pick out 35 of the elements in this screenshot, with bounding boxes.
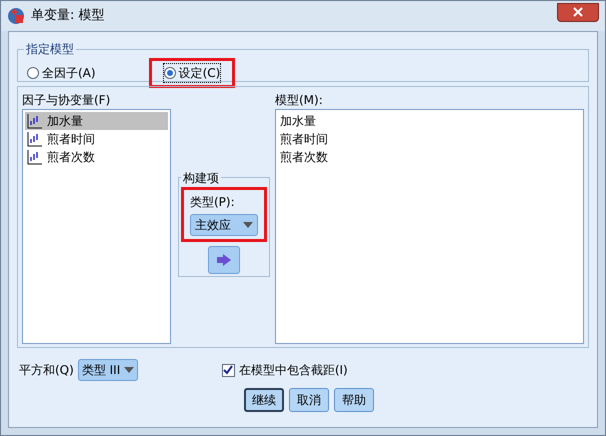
list-label: 模型(M): bbox=[275, 92, 324, 109]
dialog-button[interactable]: 继续 bbox=[244, 388, 284, 412]
group-legend: 构建项 bbox=[181, 168, 221, 186]
group-legend: 指定模型 bbox=[24, 40, 76, 58]
radio-icon bbox=[27, 67, 39, 79]
radio-option[interactable]: 设定(C) bbox=[164, 64, 220, 82]
scale-variable-icon bbox=[27, 131, 43, 147]
sum-of-squares-label: 平方和(Q) bbox=[19, 362, 74, 379]
type-dropdown[interactable]: 主效应 bbox=[190, 214, 258, 236]
list-label: 因子与协变量(F) bbox=[22, 92, 112, 109]
scale-variable-icon bbox=[27, 149, 43, 165]
scale-variable-icon bbox=[27, 113, 43, 129]
model-item[interactable]: 煎者时间 bbox=[278, 130, 581, 148]
radio-option[interactable]: 全因子(A) bbox=[27, 64, 96, 82]
app-icon bbox=[7, 7, 25, 25]
dialog-button[interactable]: 帮助 bbox=[334, 388, 374, 412]
window-title: 单变量: 模型 bbox=[31, 7, 106, 26]
arrow-right-icon bbox=[217, 254, 231, 266]
close-button[interactable] bbox=[557, 2, 599, 22]
factor-item[interactable]: 煎者次数 bbox=[25, 148, 168, 166]
caret-icon bbox=[243, 222, 253, 228]
checkbox[interactable] bbox=[222, 364, 235, 376]
model-item[interactable]: 加水量 bbox=[278, 112, 581, 130]
check-icon bbox=[223, 365, 234, 375]
type-label: 类型(P): bbox=[190, 194, 236, 210]
sum-of-squares-dropdown[interactable]: 类型 III bbox=[78, 359, 138, 381]
add-arrow-button[interactable] bbox=[208, 246, 240, 274]
radio-icon bbox=[164, 67, 176, 79]
factor-item[interactable]: 煎者时间 bbox=[25, 130, 168, 148]
dialog-button[interactable]: 取消 bbox=[289, 388, 329, 412]
factor-item[interactable]: 加水量 bbox=[25, 112, 168, 130]
caret-icon bbox=[124, 367, 134, 373]
checkbox-label: 在模型中包含截距(I) bbox=[238, 362, 348, 379]
model-item[interactable]: 煎者次数 bbox=[278, 148, 581, 166]
close-icon bbox=[573, 7, 583, 17]
